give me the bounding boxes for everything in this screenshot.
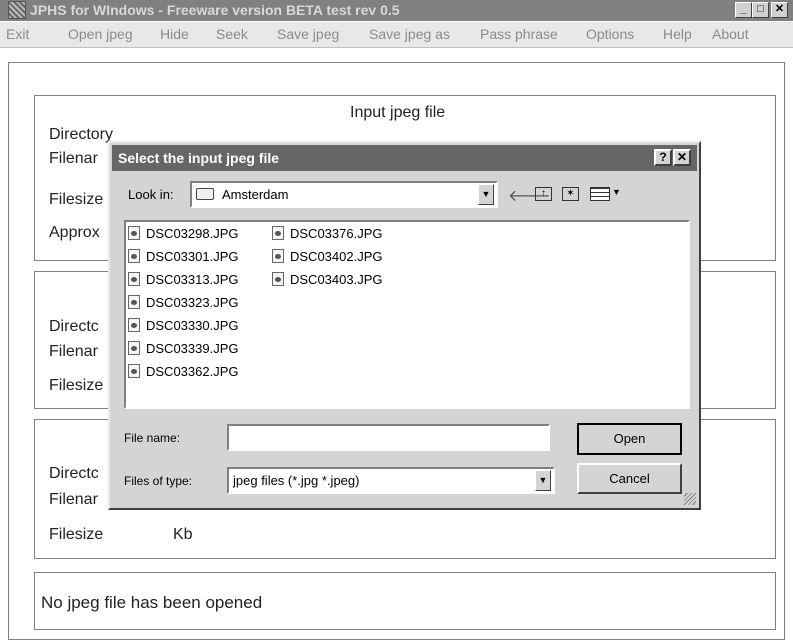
group3-filesize-unit: Kb [173,526,193,543]
input-group-heading: Input jpeg file [350,104,446,121]
group2-directory-label: Directc [49,318,99,335]
minimize-button[interactable]: _ [735,2,752,18]
filesize-label: Filesize [49,191,104,208]
jpeg-file-icon [128,272,140,286]
jpeg-file-icon [272,226,284,240]
list-item[interactable]: DSC03362.JPG [128,362,239,382]
open-button[interactable]: Open [577,423,682,455]
file-type-chevron-icon[interactable]: ▼ [535,470,551,491]
view-chevron-icon[interactable]: ▼ [612,187,621,197]
window-title: JPHS for WIndows - Freeware version BETA… [30,2,400,18]
menu-save-jpeg[interactable]: Save jpeg [277,26,339,42]
group2-filesize-label: Filesize [49,377,104,394]
look-in-dropdown[interactable]: Amsterdam ▼ [190,181,498,208]
folder-icon [196,188,214,200]
menu-save-jpeg-as[interactable]: Save jpeg as [369,26,450,42]
jpeg-file-icon [128,295,140,309]
jpeg-file-icon [128,226,140,240]
group3-filesize-label: Filesize [49,526,104,543]
group2-filename-label: Filenar [49,343,98,360]
jpeg-file-icon [272,272,284,286]
jpeg-file-icon [272,249,284,263]
menu-help[interactable]: Help [663,26,692,42]
file-type-dropdown[interactable]: jpeg files (*.jpg *.jpeg) ▼ [227,467,555,494]
up-folder-icon[interactable]: ↑ [535,187,552,201]
list-item[interactable]: DSC03298.JPG [128,224,239,244]
file-name-label: File name: [124,431,181,445]
menu-pass-phrase[interactable]: Pass phrase [480,26,558,42]
file-type-label: Files of type: [124,474,193,488]
title-bar: JPHS for WIndows - Freeware version BETA… [0,0,793,21]
directory-label: Directory [49,126,114,143]
list-item[interactable]: DSC03402.JPG [272,247,383,267]
dialog-close-icon[interactable]: ✕ [673,149,691,166]
list-item[interactable]: DSC03330.JPG [128,316,239,336]
chevron-down-icon[interactable]: ▼ [478,184,494,205]
menu-open-jpeg[interactable]: Open jpeg [68,26,133,42]
jpeg-file-icon [128,364,140,378]
new-folder-icon[interactable]: ✶ [562,187,579,201]
look-in-value: Amsterdam [222,187,289,202]
file-list[interactable]: DSC03298.JPG DSC03301.JPG DSC03313.JPG D… [124,220,690,409]
list-item[interactable]: DSC03376.JPG [272,224,383,244]
file-name-input[interactable] [227,424,550,451]
status-text: No jpeg file has been opened [41,593,263,612]
menu-bar: Exit Open jpeg Hide Seek Save jpeg Save … [0,22,793,48]
list-item[interactable]: DSC03301.JPG [128,247,239,267]
app-icon [8,1,26,19]
jpeg-file-icon [128,249,140,263]
group3-filename-label: Filenar [49,491,98,508]
approx-label: Approx [49,224,100,241]
look-in-label: Look in: [128,187,174,202]
filename-label: Filenar [49,150,98,167]
help-icon[interactable]: ? [654,149,672,166]
group3-directory-label: Directc [49,465,99,482]
jpeg-file-icon [128,341,140,355]
list-item[interactable]: DSC03339.JPG [128,339,239,359]
menu-options[interactable]: Options [586,26,634,42]
file-type-value: jpeg files (*.jpg *.jpeg) [233,473,360,488]
menu-hide[interactable]: Hide [160,26,189,42]
cancel-button[interactable]: Cancel [577,463,682,494]
list-item[interactable]: DSC03403.JPG [272,270,383,290]
menu-about[interactable]: About [712,26,749,42]
dialog-title-bar: Select the input jpeg file ? ✕ [112,145,697,171]
close-button[interactable]: ✕ [771,2,788,18]
open-file-dialog: Select the input jpeg file ? ✕ Look in: … [108,141,701,510]
menu-seek[interactable]: Seek [216,26,248,42]
list-item[interactable]: DSC03313.JPG [128,270,239,290]
list-item[interactable]: DSC03323.JPG [128,293,239,313]
status-box: No jpeg file has been opened [34,572,776,630]
jpeg-file-icon [128,318,140,332]
maximize-button[interactable]: □ [752,2,769,18]
view-menu-icon[interactable] [590,187,610,201]
dialog-title: Select the input jpeg file [118,150,280,166]
resize-grip-icon[interactable] [684,493,696,505]
menu-exit[interactable]: Exit [6,26,29,42]
